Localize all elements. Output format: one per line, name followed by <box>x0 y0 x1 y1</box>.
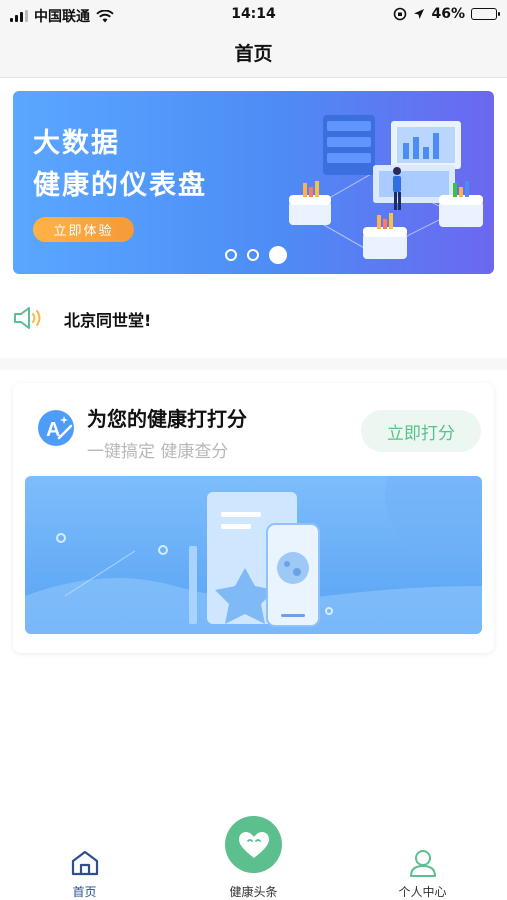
status-bar: 中国联通 14:14 46% <box>0 0 507 28</box>
section-divider <box>0 358 507 370</box>
notice-bar[interactable]: 北京同世堂! <box>0 296 507 340</box>
score-icon: A <box>38 410 74 446</box>
banner-title-line2: 健康的仪表盘 <box>33 170 207 201</box>
carousel-dot-active[interactable] <box>269 246 287 264</box>
status-right: 46% <box>393 6 500 22</box>
person-icon <box>409 850 436 877</box>
heart-icon <box>238 831 269 858</box>
carousel-dot[interactable] <box>247 249 259 261</box>
battery-percent: 46% <box>431 6 465 22</box>
carousel-indicators <box>225 246 287 264</box>
health-news-bubble[interactable] <box>225 816 282 873</box>
nav-bar: 首页 <box>0 28 507 78</box>
rotation-lock-icon <box>394 7 407 21</box>
page-title: 首页 <box>234 43 273 65</box>
home-icon <box>71 850 98 876</box>
tab-home-label: 首页 <box>72 885 97 899</box>
banner-carousel[interactable]: 大数据 健康的仪表盘 立即体验 <box>13 91 494 274</box>
location-icon <box>414 9 425 19</box>
score-now-button[interactable]: 立即打分 <box>361 410 481 452</box>
try-now-button[interactable]: 立即体验 <box>33 217 134 242</box>
tab-profile[interactable]: 个人中心 <box>338 830 507 900</box>
speaker-icon <box>14 307 41 329</box>
tab-home[interactable]: 首页 <box>0 830 169 900</box>
health-check-illustration <box>25 476 482 634</box>
notice-text: 北京同世堂! <box>64 311 152 330</box>
card-title: 为您的健康打打分 <box>87 407 247 431</box>
health-score-card[interactable]: A 为您的健康打打分 一键搞定 健康查分 立即打分 <box>13 383 494 653</box>
battery-icon <box>471 8 500 20</box>
carousel-dot[interactable] <box>225 249 237 261</box>
data-dashboard-illustration <box>289 115 483 259</box>
banner-title-line1: 大数据 <box>33 128 120 159</box>
card-subtitle: 一键搞定 健康查分 <box>87 442 229 462</box>
tab-health-news-label: 健康头条 <box>229 885 278 899</box>
tab-profile-label: 个人中心 <box>398 885 447 899</box>
